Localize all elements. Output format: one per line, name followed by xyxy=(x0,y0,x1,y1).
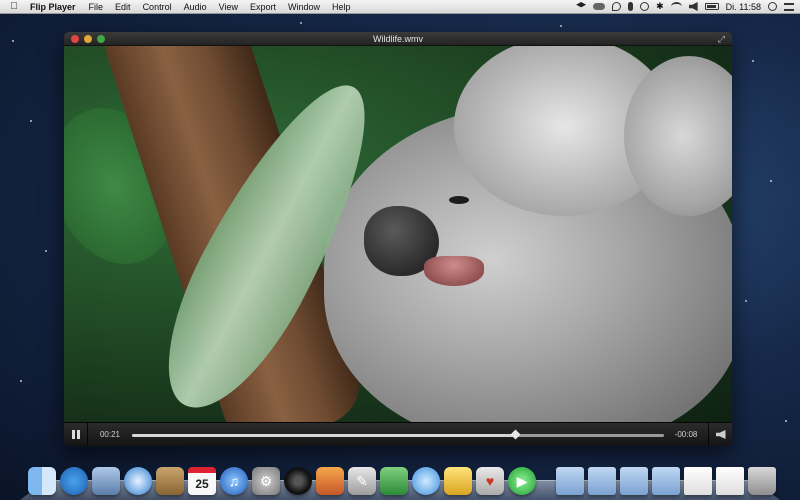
flip-player-icon[interactable]: ▶ xyxy=(508,467,536,495)
display-monitor-icon[interactable]: ♥ xyxy=(476,467,504,495)
cloud-icon[interactable] xyxy=(593,3,606,10)
star xyxy=(12,40,14,42)
star xyxy=(745,300,747,302)
microphone-icon[interactable] xyxy=(628,2,634,11)
calendar-icon[interactable]: 25 xyxy=(188,467,216,495)
window-titlebar[interactable]: Wildlife.wmv ⤢ xyxy=(64,32,732,46)
itunes-icon[interactable]: ♫ xyxy=(220,467,248,495)
trash-icon[interactable] xyxy=(748,467,776,495)
volume-button[interactable] xyxy=(708,422,732,446)
elapsed-time: 00:21 xyxy=(99,430,121,439)
menu-bar:  Flip Player File Edit Control Audio Vi… xyxy=(0,0,800,14)
volume-menu-icon[interactable] xyxy=(688,2,698,11)
window-title: Wildlife.wmv xyxy=(372,33,423,44)
menu-edit[interactable]: Edit xyxy=(109,2,137,12)
star xyxy=(560,25,562,27)
documents-folder-icon[interactable] xyxy=(588,467,616,495)
star xyxy=(785,420,787,422)
timeline-knob[interactable] xyxy=(510,429,521,439)
notification-center-icon[interactable] xyxy=(784,2,794,11)
menu-view[interactable]: View xyxy=(213,2,244,12)
star xyxy=(752,60,754,62)
notes-icon[interactable] xyxy=(444,467,472,495)
window-controls xyxy=(71,35,105,43)
script-editor-icon[interactable]: ✎ xyxy=(348,467,376,495)
menu-export[interactable]: Export xyxy=(244,2,282,12)
apple-menu-icon[interactable]:  xyxy=(0,1,28,12)
folder-icon[interactable] xyxy=(652,467,680,495)
minimize-button[interactable] xyxy=(84,35,92,43)
status-menus: ✱ Di. 11:58 xyxy=(576,2,800,12)
system-preferences-icon[interactable]: ⚙ xyxy=(252,467,280,495)
fullscreen-icon[interactable]: ⤢ xyxy=(718,34,725,45)
numbers-icon[interactable] xyxy=(380,467,408,495)
camera-icon[interactable] xyxy=(284,467,312,495)
video-frame[interactable] xyxy=(64,46,732,422)
player-window: Wildlife.wmv ⤢ 00:21 -00:08 xyxy=(64,32,732,446)
preview-icon[interactable] xyxy=(92,467,120,495)
contacts-icon[interactable] xyxy=(156,467,184,495)
menu-file[interactable]: File xyxy=(83,2,110,12)
pause-icon xyxy=(71,430,80,439)
playback-controls: 00:21 -00:08 xyxy=(64,422,732,446)
pause-button[interactable] xyxy=(64,422,88,446)
remaining-time: -00:08 xyxy=(674,430,698,439)
video-koala-eye xyxy=(449,196,469,204)
spotlight-icon[interactable] xyxy=(768,2,777,11)
star xyxy=(20,380,22,382)
star xyxy=(300,22,302,24)
battery-icon[interactable] xyxy=(704,3,719,10)
document-stack-icon[interactable] xyxy=(684,467,712,495)
timeline-progress xyxy=(132,433,516,437)
messages-icon[interactable] xyxy=(412,467,440,495)
downloads-folder-icon[interactable] xyxy=(620,467,648,495)
dock: 25 ♫ ⚙ ✎ ♥ ▶ xyxy=(28,461,776,495)
bluetooth-icon[interactable]: ✱ xyxy=(656,2,664,11)
dropbox-icon[interactable] xyxy=(576,2,587,8)
timeline-scrubber[interactable] xyxy=(132,429,664,439)
app-store-icon[interactable] xyxy=(60,467,88,495)
menu-help[interactable]: Help xyxy=(326,2,357,12)
finder-icon[interactable] xyxy=(28,467,56,495)
star xyxy=(770,180,772,182)
menu-app-name[interactable]: Flip Player xyxy=(28,2,83,12)
safari-icon[interactable] xyxy=(124,467,152,495)
star xyxy=(30,120,32,122)
keynote-icon[interactable] xyxy=(316,467,344,495)
tool-icon[interactable] xyxy=(612,2,622,11)
time-machine-icon[interactable] xyxy=(640,2,650,11)
applications-folder-icon[interactable] xyxy=(556,467,584,495)
menu-clock[interactable]: Di. 11:58 xyxy=(726,2,761,12)
document-stack-icon[interactable] xyxy=(716,467,744,495)
close-button[interactable] xyxy=(71,35,79,43)
menu-window[interactable]: Window xyxy=(282,2,326,12)
menu-control[interactable]: Control xyxy=(137,2,178,12)
video-koala-mouth xyxy=(424,256,484,286)
star xyxy=(45,250,47,252)
wifi-icon[interactable] xyxy=(670,2,682,11)
speaker-icon xyxy=(715,430,726,439)
zoom-button[interactable] xyxy=(97,35,105,43)
menu-audio[interactable]: Audio xyxy=(178,2,213,12)
